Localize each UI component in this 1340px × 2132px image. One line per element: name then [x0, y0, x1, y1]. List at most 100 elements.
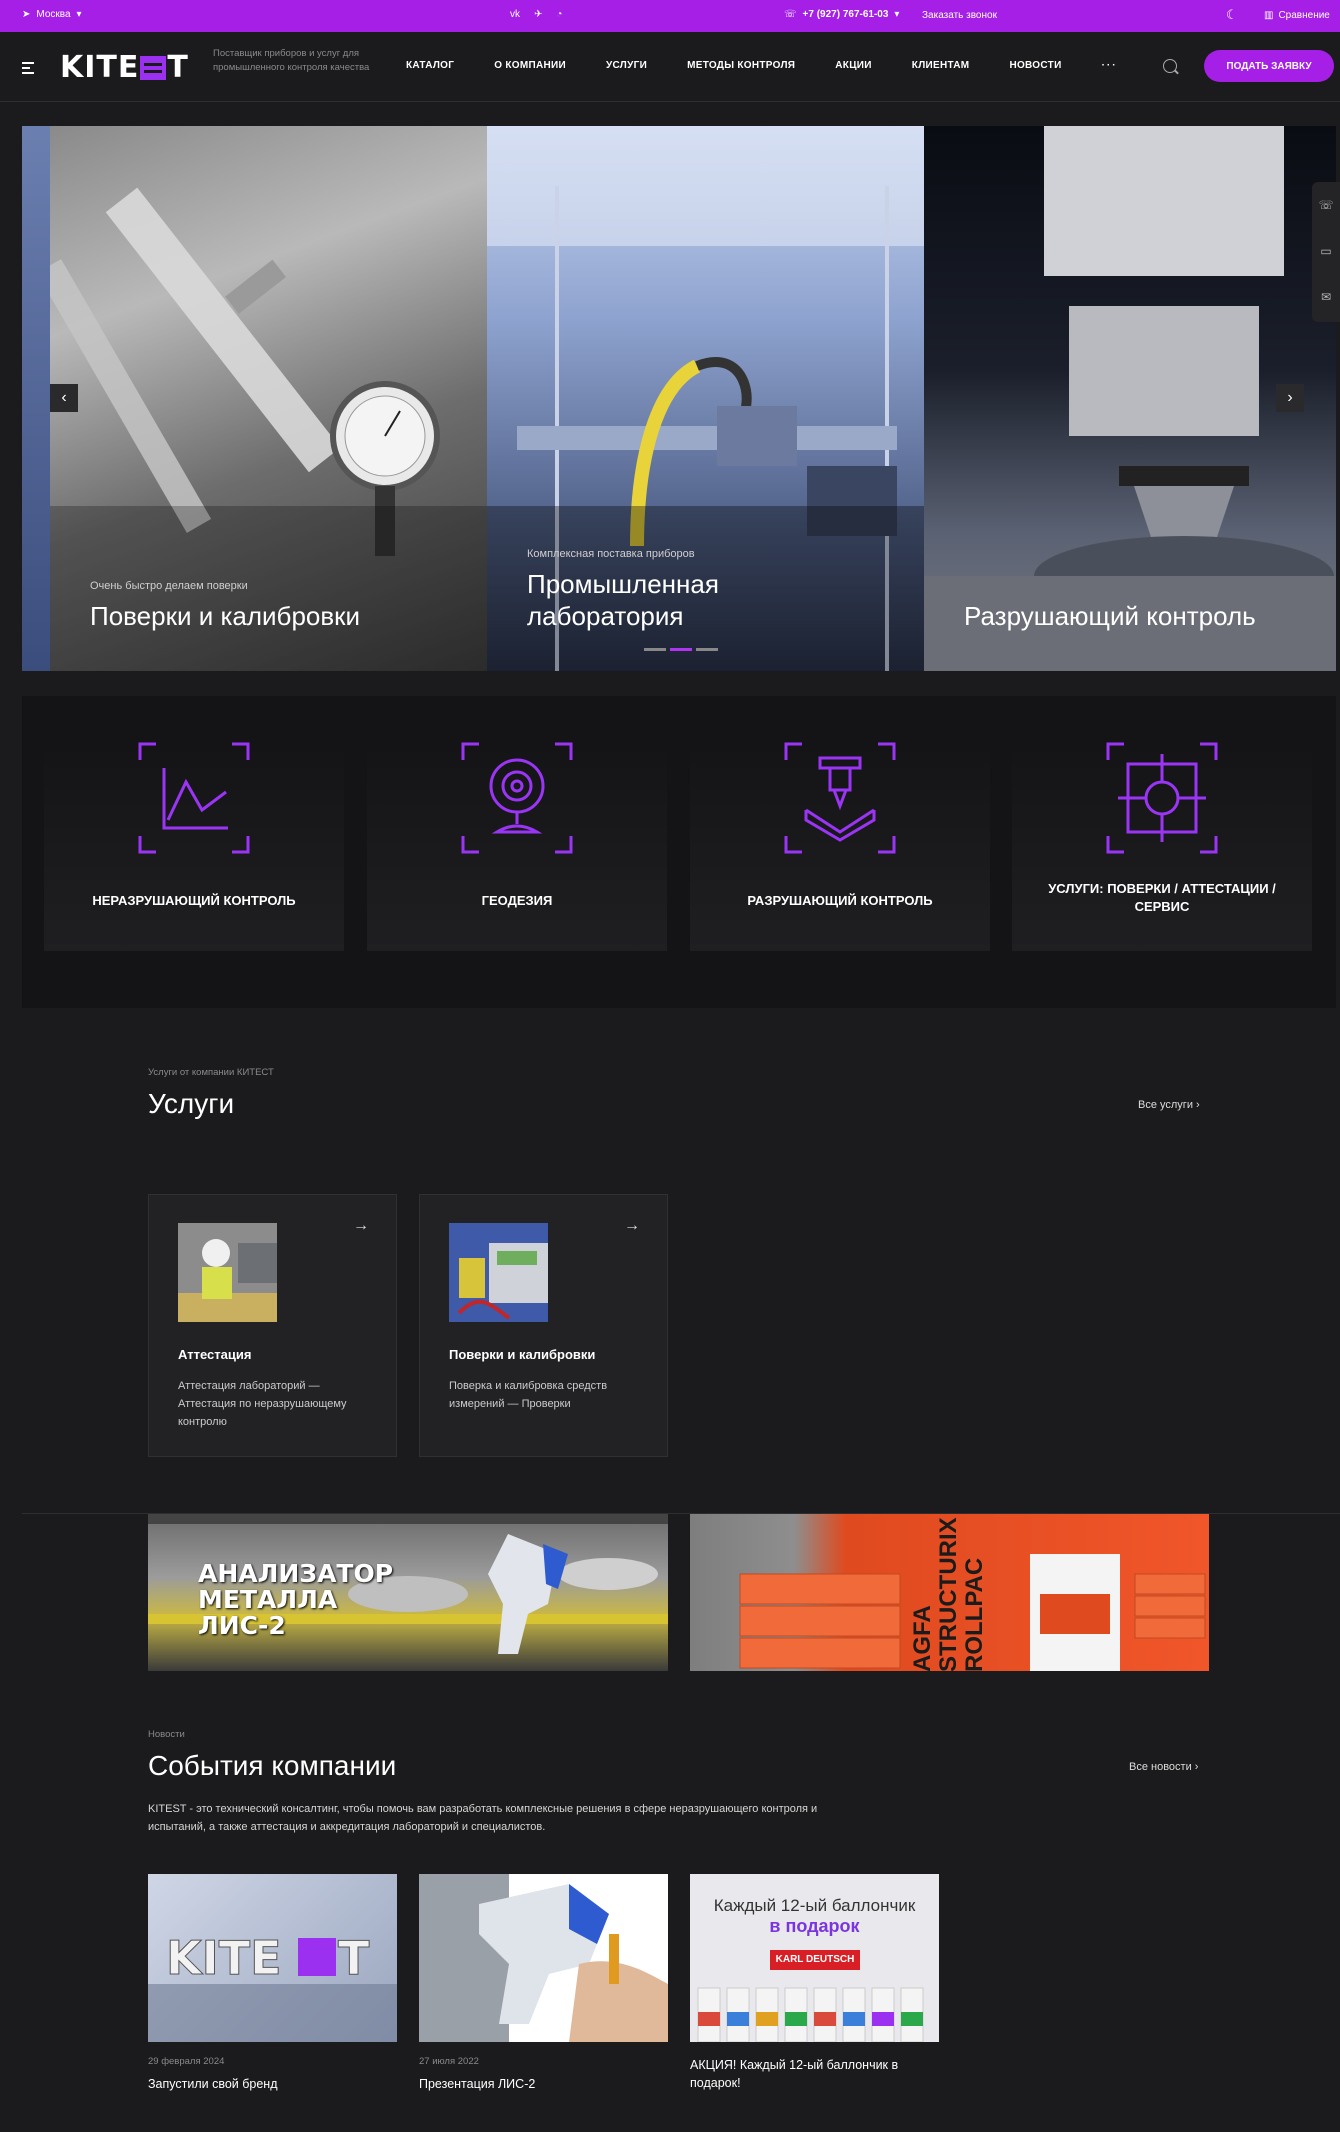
callback-link[interactable]: Заказать звонок	[922, 10, 997, 21]
arrow-right-icon[interactable]: →	[624, 1217, 640, 1235]
chevron-down-icon: ▾	[76, 9, 82, 20]
category-label: РАЗРУШАЮЩИЙ КОНТРОЛЬ	[747, 893, 933, 908]
nav-about[interactable]: О КОМПАНИИ	[494, 60, 566, 71]
compare-label: Сравнение	[1278, 10, 1330, 21]
banner-lis2[interactable]: АНАЛИЗАТОР МЕТАЛЛА ЛИС-2	[148, 1514, 668, 1671]
theme-toggle-icon[interactable]: ☾	[1226, 7, 1238, 23]
category-label: ГЕОДЕЗИЯ	[481, 893, 553, 908]
category-label: НЕРАЗРУШАЮЩИЙ КОНТРОЛЬ	[92, 893, 296, 908]
hero-slide-destructive[interactable]: Разрушающий контроль	[924, 126, 1336, 671]
phone-number: +7 (927) 767-61-03	[802, 9, 889, 20]
news-title: События компании	[148, 1750, 397, 1781]
hero-slide-title: Промышленная лаборатория	[527, 569, 719, 631]
slider-next-button[interactable]: ›	[1276, 384, 1304, 412]
promo-brand-badge: KARL DEUTSCH	[770, 1950, 860, 1970]
slider-dot[interactable]	[696, 648, 718, 651]
top-bar: ➤ Москва ▾ vk ✈ ◔ ☏ +7 (927) 767-61-03 ▾…	[0, 0, 1340, 32]
search-icon[interactable]	[1163, 59, 1177, 73]
news-card[interactable]: 27 июля 2022 Презентация ЛИС-2	[419, 1874, 668, 2093]
nav-promo[interactable]: АКЦИИ	[835, 60, 872, 71]
svg-text:KITE: KITE	[166, 1931, 282, 1985]
theodolite-icon	[461, 742, 573, 854]
news-title-text: Запустили свой бренд	[148, 2077, 278, 2091]
nav-clients[interactable]: КЛИЕНТАМ	[912, 60, 970, 71]
chart-bars-icon: ▥	[1264, 10, 1274, 21]
vk-icon[interactable]: vk	[510, 9, 520, 20]
promo-text-line2: в подарок	[769, 1916, 860, 1936]
mail-icon[interactable]: ✉	[1312, 274, 1340, 320]
category-section: НЕРАЗРУШАЮЩИЙ КОНТРОЛЬ ГЕОДЕЗИЯ РАЗРУШАЮ…	[22, 696, 1336, 1008]
city-label: Москва	[36, 9, 71, 20]
social-links: vk ✈ ◔	[510, 9, 562, 20]
nav-news[interactable]: НОВОСТИ	[1009, 60, 1061, 71]
phone-selector[interactable]: ☏ +7 (927) 767-61-03 ▾	[784, 9, 899, 20]
tagline: Поставщик приборов и услуг для промышлен…	[213, 48, 370, 73]
category-ndt[interactable]: НЕРАЗРУШАЮЩИЙ КОНТРОЛЬ	[44, 740, 344, 951]
target-icon	[1106, 742, 1218, 854]
news-card[interactable]: Каждый 12-ый баллончик в подарок KARL DE…	[690, 1874, 939, 2092]
telegram-icon[interactable]: ✈	[534, 9, 542, 20]
slider-dot[interactable]	[644, 648, 666, 651]
hero-slide-title: Поверки и калибровки	[90, 601, 361, 631]
nav-more-icon[interactable]: ···	[1102, 60, 1118, 71]
chevron-down-icon: ▾	[894, 9, 900, 20]
news-image-promo: Каждый 12-ый баллончик в подарок KARL DE…	[690, 1874, 939, 2042]
news-subtitle: Новости	[148, 1729, 185, 1740]
banner-lis2-text: АНАЛИЗАТОР МЕТАЛЛА ЛИС-2	[198, 1559, 394, 1640]
service-card-calibration[interactable]: → Поверки и калибровки Поверка и калибро…	[419, 1194, 668, 1457]
city-selector[interactable]: ➤ Москва ▾	[22, 9, 82, 20]
services-title: Услуги	[148, 1088, 235, 1119]
press-icon	[784, 742, 896, 854]
service-title: Поверки и калибровки	[449, 1347, 596, 1362]
press-illustration	[924, 126, 1336, 671]
attestation-photo	[178, 1223, 277, 1322]
analyzer-hand-illustration	[419, 1874, 668, 2042]
category-services[interactable]: УСЛУГИ: ПОВЕРКИ / АТТЕСТАЦИИ / СЕРВИС	[1012, 740, 1312, 951]
news-date: 29 февраля 2024	[148, 2056, 225, 2067]
floating-contact-tab: ☏ ▭ ✉	[1312, 182, 1340, 322]
news-date: 27 июля 2022	[419, 2056, 479, 2067]
hero-slider: Очень быстро делаем поверки Поверки и ка…	[22, 126, 1336, 671]
hero-slide-laboratory[interactable]: Комплексная поставка приборов Промышленн…	[487, 126, 924, 671]
menu-burger-icon[interactable]	[22, 62, 34, 77]
slider-prev-button[interactable]: ‹	[50, 384, 78, 412]
news-card[interactable]: KITE T 29 февраля 2024 Запустили свой бр…	[148, 1874, 397, 2093]
compare-link[interactable]: ▥ Сравнение	[1264, 10, 1330, 21]
promo-text-line1: Каждый 12-ый баллончик	[713, 1896, 916, 1915]
chat-icon[interactable]: ▭	[1312, 228, 1340, 274]
main-nav: КАТАЛОГ О КОМПАНИИ УСЛУГИ МЕТОДЫ КОНТРОЛ…	[406, 60, 1158, 71]
chart-icon	[138, 742, 250, 854]
all-news-link[interactable]: Все новости ›	[1129, 1761, 1198, 1773]
arrow-right-icon[interactable]: →	[353, 1217, 369, 1235]
nav-services[interactable]: УСЛУГИ	[606, 60, 647, 71]
banner-agfa[interactable]: AGFA STRUCTURIX ROLLPAC	[690, 1514, 1209, 1671]
svg-text:T: T	[338, 1931, 370, 1985]
category-destructive[interactable]: РАЗРУШАЮЩИЙ КОНТРОЛЬ	[690, 740, 990, 951]
brand-logo-illustration: KITE T	[148, 1931, 397, 2042]
banner-agfa-text: AGFA STRUCTURIX ROLLPAC	[909, 1517, 988, 1671]
apply-button[interactable]: ПОДАТЬ ЗАЯВКУ	[1204, 50, 1334, 82]
hero-slide-calibration[interactable]: Очень быстро делаем поверки Поверки и ка…	[50, 126, 487, 671]
category-geodesy[interactable]: ГЕОДЕЗИЯ	[367, 740, 667, 951]
slider-dot-active[interactable]	[670, 648, 692, 651]
service-title: Аттестация	[178, 1347, 252, 1362]
news-description: KITEST - это технический консалтинг, что…	[148, 1803, 818, 1833]
service-card-attestation[interactable]: → Аттестация Аттестация лабораторий — Ат…	[148, 1194, 397, 1457]
phone-icon: ☏	[784, 9, 797, 20]
nav-methods[interactable]: МЕТОДЫ КОНТРОЛЯ	[687, 60, 795, 71]
calibration-photo	[449, 1223, 548, 1322]
hero-slide-title: Разрушающий контроль	[964, 601, 1256, 631]
all-services-link[interactable]: Все услуги ›	[1138, 1099, 1200, 1111]
services-subtitle: Услуги от компании КИТЕСТ	[148, 1067, 274, 1078]
service-desc: Поверка и калибровка средств измерений —…	[449, 1380, 608, 1410]
logo[interactable]: KITE T	[60, 50, 189, 85]
spray-cans-illustration	[697, 1987, 924, 2042]
whatsapp-icon[interactable]: ◔	[556, 9, 562, 20]
news-title-text: АКЦИЯ! Каждый 12-ый баллончик в подарок!	[690, 2058, 899, 2090]
nav-catalog[interactable]: КАТАЛОГ	[406, 60, 454, 71]
phone-icon[interactable]: ☏	[1312, 182, 1340, 228]
hero-slide-edge	[22, 126, 50, 671]
category-label: УСЛУГИ: ПОВЕРКИ / АТТЕСТАЦИИ / СЕРВИС	[1048, 881, 1276, 914]
news-image-lis2	[419, 1874, 668, 2042]
location-icon: ➤	[22, 9, 31, 20]
